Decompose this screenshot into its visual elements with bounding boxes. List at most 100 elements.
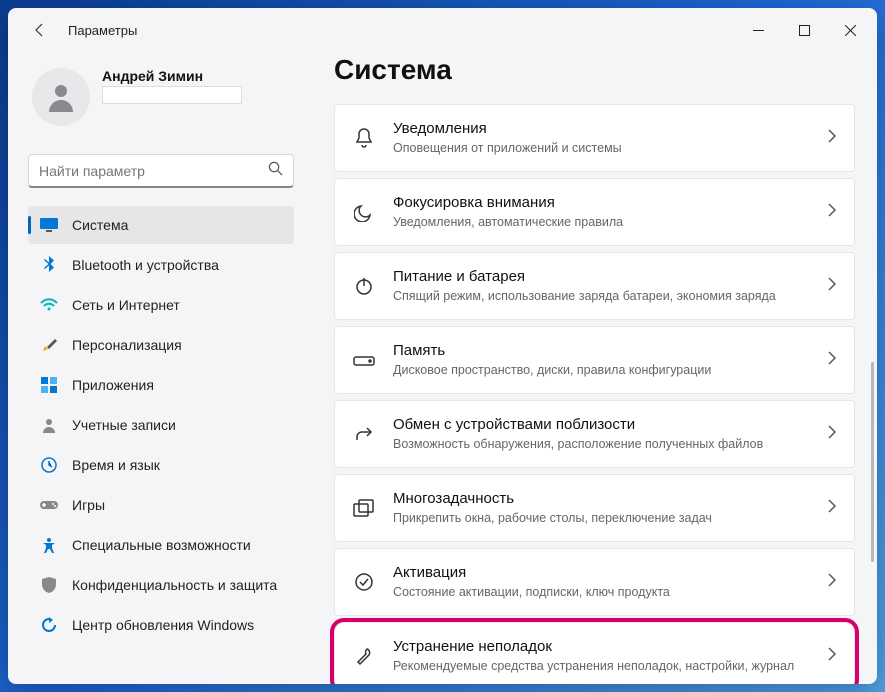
card-text: ПамятьДисковое пространство, диски, прав… [393,341,810,379]
card-subtitle: Оповещения от приложений и системы [393,140,810,158]
card-title: Устранение неполадок [393,637,810,657]
window-title: Параметры [68,23,735,38]
nav-label: Система [72,217,128,233]
maximize-icon [799,25,810,36]
nav-item-accessibility[interactable]: Специальные возможности [28,526,294,564]
card-subtitle: Спящий режим, использование заряда батар… [393,288,810,306]
card-multi[interactable]: МногозадачностьПрикрепить окна, рабочие … [334,474,855,542]
person-icon [43,79,79,115]
brush-icon [40,336,58,354]
profile-info: Андрей Зимин [102,68,290,104]
nav-item-monitor[interactable]: Система [28,206,294,244]
avatar [32,68,90,126]
maximize-button[interactable] [781,14,827,46]
shield-icon [40,576,58,594]
username: Андрей Зимин [102,68,290,84]
card-text: АктивацияСостояние активации, подписки, … [393,563,810,601]
chevron-right-icon [828,129,836,148]
sidebar: Андрей Зимин Система Bluetooth и устройст… [8,52,306,684]
card-text: Обмен с устройствами поблизостиВозможнос… [393,415,810,453]
nav-item-shield[interactable]: Конфиденциальность и защита [28,566,294,604]
nav-label: Персонализация [72,337,182,353]
multi-icon [353,497,375,519]
nav-item-game[interactable]: Игры [28,486,294,524]
profile-block[interactable]: Андрей Зимин [28,64,294,134]
card-subtitle: Рекомендуемые средства устранения непола… [393,658,810,676]
nav-item-update[interactable]: Центр обновления Windows [28,606,294,644]
card-text: МногозадачностьПрикрепить окна, рабочие … [393,489,810,527]
search-input[interactable] [39,163,268,179]
search-box[interactable] [28,154,294,188]
card-subtitle: Возможность обнаружения, расположение по… [393,436,810,454]
nav-item-bluetooth[interactable]: Bluetooth и устройства [28,246,294,284]
wifi-icon [40,296,58,314]
card-title: Многозадачность [393,489,810,509]
storage-icon [353,349,375,371]
card-subtitle: Уведомления, автоматические правила [393,214,810,232]
nav-label: Специальные возможности [72,537,251,553]
cards-list: УведомленияОповещения от приложений и си… [334,104,855,684]
share-icon [353,423,375,445]
arrow-left-icon [32,22,48,38]
card-title: Фокусировка внимания [393,193,810,213]
bell-icon [353,127,375,149]
chevron-right-icon [828,499,836,518]
window-controls [735,14,873,46]
moon-icon [353,201,375,223]
card-storage[interactable]: ПамятьДисковое пространство, диски, прав… [334,326,855,394]
card-title: Активация [393,563,810,583]
nav-label: Центр обновления Windows [72,617,254,633]
email-redacted [102,86,242,104]
back-button[interactable] [24,14,56,46]
nav-label: Учетные записи [72,417,176,433]
minimize-button[interactable] [735,14,781,46]
close-button[interactable] [827,14,873,46]
nav-item-person[interactable]: Учетные записи [28,406,294,444]
card-share[interactable]: Обмен с устройствами поблизостиВозможнос… [334,400,855,468]
nav-list: Система Bluetooth и устройства Сеть и Инте… [28,206,294,644]
nav-label: Время и язык [72,457,160,473]
apps-icon [40,376,58,394]
nav-label: Конфиденциальность и защита [72,577,277,593]
card-text: Фокусировка вниманияУведомления, автомат… [393,193,810,231]
clock-icon [40,456,58,474]
nav-item-brush[interactable]: Персонализация [28,326,294,364]
card-subtitle: Прикрепить окна, рабочие столы, переключ… [393,510,810,528]
nav-item-clock[interactable]: Время и язык [28,446,294,484]
card-text: УведомленияОповещения от приложений и си… [393,119,810,157]
card-text: Устранение неполадокРекомендуемые средст… [393,637,810,675]
minimize-icon [753,25,764,36]
main-panel: Система УведомленияОповещения от приложе… [306,52,877,684]
nav-item-wifi[interactable]: Сеть и Интернет [28,286,294,324]
chevron-right-icon [828,351,836,370]
nav-label: Bluetooth и устройства [72,257,219,273]
game-icon [40,496,58,514]
settings-window: Параметры Андрей Зимин [8,8,877,684]
card-bell[interactable]: УведомленияОповещения от приложений и си… [334,104,855,172]
chevron-right-icon [828,425,836,444]
wrench-icon [353,645,375,667]
card-title: Обмен с устройствами поблизости [393,415,810,435]
card-title: Уведомления [393,119,810,139]
page-title: Система [334,54,855,86]
card-subtitle: Дисковое пространство, диски, правила ко… [393,362,810,380]
titlebar: Параметры [8,8,877,52]
scrollbar-thumb[interactable] [871,362,874,562]
card-check[interactable]: АктивацияСостояние активации, подписки, … [334,548,855,616]
person-icon [40,416,58,434]
nav-label: Приложения [72,377,154,393]
card-moon[interactable]: Фокусировка вниманияУведомления, автомат… [334,178,855,246]
card-subtitle: Состояние активации, подписки, ключ прод… [393,584,810,602]
chevron-right-icon [828,203,836,222]
card-title: Память [393,341,810,361]
power-icon [353,275,375,297]
check-icon [353,571,375,593]
nav-label: Игры [72,497,105,513]
card-title: Питание и батарея [393,267,810,287]
search-icon [268,161,283,181]
nav-item-apps[interactable]: Приложения [28,366,294,404]
card-wrench[interactable]: Устранение неполадокРекомендуемые средст… [334,622,855,684]
nav-label: Сеть и Интернет [72,297,180,313]
card-power[interactable]: Питание и батареяСпящий режим, использов… [334,252,855,320]
monitor-icon [40,216,58,234]
